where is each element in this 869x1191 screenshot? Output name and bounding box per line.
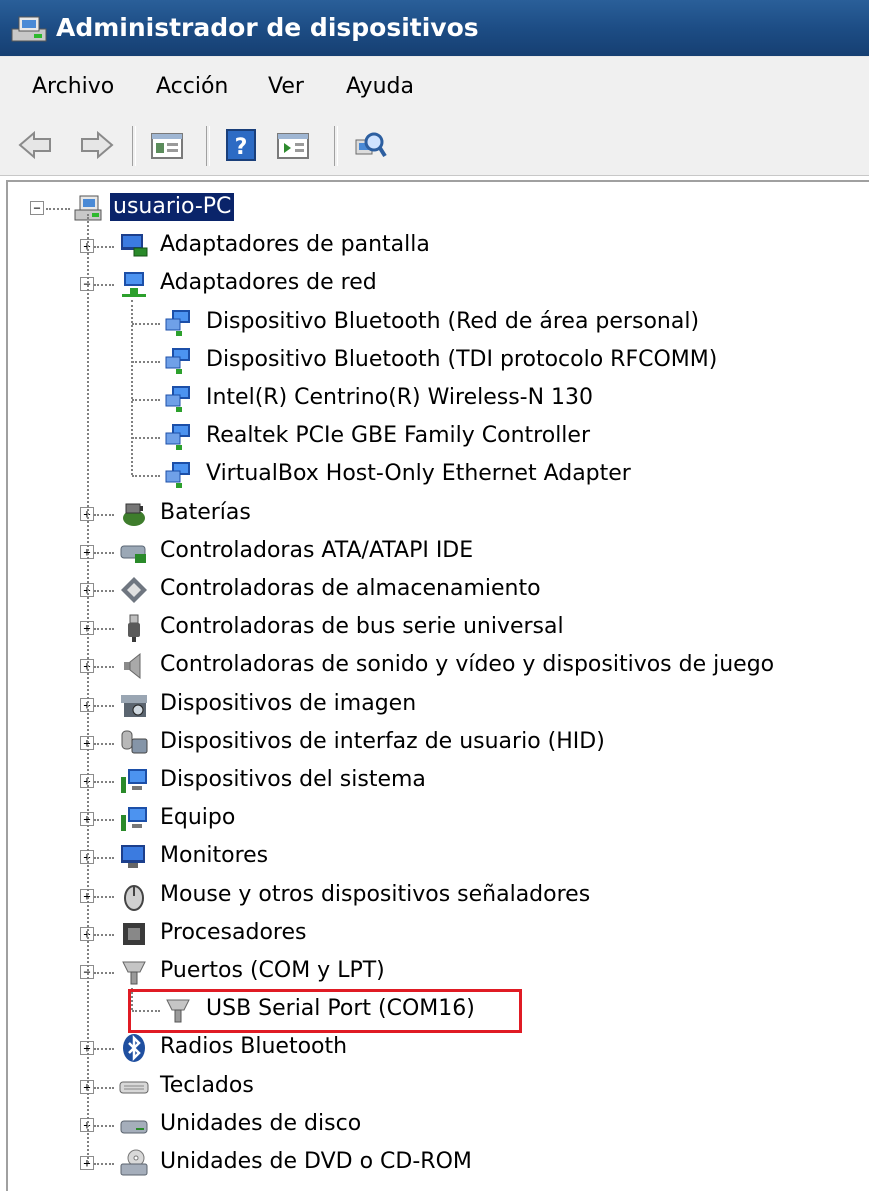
device-manager-icon <box>11 16 47 42</box>
tree-connector <box>94 284 114 287</box>
menu-ver[interactable]: Ver <box>268 73 304 101</box>
tree-connector <box>131 300 133 476</box>
net-child-icon <box>165 424 190 451</box>
tree-device-item[interactable]: Dispositivo Bluetooth (Red de área perso… <box>206 308 699 336</box>
tree-connector <box>94 933 114 936</box>
scan-hardware-icon[interactable] <box>350 126 388 164</box>
mouse-icon <box>124 884 144 911</box>
tree-connector <box>132 475 160 478</box>
tree-category[interactable]: Unidades de DVD o CD-ROM <box>160 1148 472 1176</box>
toolbar-separator <box>206 126 210 166</box>
tree-connector <box>94 1086 114 1089</box>
net-child-icon <box>165 386 190 412</box>
tree-connector <box>132 399 160 401</box>
tree-connector <box>94 513 114 516</box>
tree-connector <box>94 590 114 592</box>
tree-category[interactable]: Controladoras de bus serie universal <box>160 613 564 641</box>
tree-connector <box>132 322 160 325</box>
tree-category[interactable]: Procesadores <box>160 919 306 947</box>
processor-icon <box>123 922 145 945</box>
tree-connector <box>132 360 160 363</box>
tree-category[interactable]: Controladoras de almacenamiento <box>160 575 541 603</box>
bluetooth-icon <box>123 1034 145 1063</box>
tree-connector <box>94 666 114 669</box>
expander-toggle[interactable]: − <box>30 201 44 215</box>
storage-controller-icon <box>121 577 147 603</box>
tree-connector <box>94 1124 114 1127</box>
tree-connector <box>94 781 114 783</box>
forward-arrow-icon[interactable] <box>78 126 116 164</box>
tree-connector <box>46 208 70 210</box>
tree-category[interactable]: Baterías <box>160 499 251 527</box>
menu-bar: Archivo Acción Ver Ayuda <box>0 56 869 118</box>
battery-icon <box>123 503 145 526</box>
keyboard-icon <box>119 1081 149 1094</box>
tree-category[interactable]: Adaptadores de pantalla <box>160 231 430 259</box>
system-device-icon <box>121 769 147 793</box>
toolbar-separator <box>132 126 136 166</box>
tree-category[interactable]: Controladoras de sonido y vídeo y dispos… <box>160 651 774 679</box>
title-bar: Administrador de dispositivos <box>0 0 869 56</box>
toolbar: ? <box>0 117 869 176</box>
tree-connector <box>94 628 114 631</box>
speaker-icon <box>124 653 141 680</box>
tree-category[interactable]: Puertos (COM y LPT) <box>160 957 385 985</box>
tree-connector <box>94 857 114 860</box>
tree-category[interactable]: Controladoras ATA/ATAPI IDE <box>160 537 473 565</box>
tree-root-usuario-pc[interactable]: usuario-PC <box>110 193 235 221</box>
tree-category[interactable]: Dispositivos de imagen <box>160 690 416 718</box>
tree-connector <box>94 742 114 745</box>
tree-category[interactable]: Unidades de disco <box>160 1110 361 1138</box>
port-icon <box>122 961 146 985</box>
tree-category[interactable]: Monitores <box>160 842 268 870</box>
hid-icon <box>121 730 148 754</box>
tree-connector <box>94 972 114 974</box>
svg-text:?: ? <box>235 135 248 160</box>
tree-category[interactable]: Dispositivos de interfaz de usuario (HID… <box>160 728 605 756</box>
ide-controller-icon <box>120 545 146 563</box>
action-pane-icon[interactable] <box>274 126 312 164</box>
tree-connector <box>94 704 114 707</box>
menu-archivo[interactable]: Archivo <box>32 73 114 101</box>
tree-connector <box>132 437 160 440</box>
tree-connector <box>94 551 114 554</box>
tree-device-item[interactable]: Intel(R) Centrino(R) Wireless-N 130 <box>206 384 593 412</box>
tree-device-item[interactable]: Dispositivo Bluetooth (TDI protocolo RFC… <box>206 346 717 374</box>
net-child-icon <box>165 347 190 374</box>
highlight-annotation <box>128 989 522 1033</box>
tree-connector <box>94 819 114 822</box>
back-arrow-icon[interactable] <box>16 126 54 164</box>
tree-connector <box>94 1048 114 1051</box>
window-title: Administrador de dispositivos <box>56 13 479 42</box>
tree-connector <box>94 246 114 249</box>
tree-device-item[interactable]: Realtek PCIe GBE Family Controller <box>206 422 590 450</box>
network-adapter-icon <box>122 272 146 298</box>
computer-icon <box>121 807 147 832</box>
usb-controller-icon <box>128 614 140 643</box>
help-icon[interactable]: ? <box>222 126 260 164</box>
menu-ayuda[interactable]: Ayuda <box>346 73 414 101</box>
menu-accion[interactable]: Acción <box>156 73 228 101</box>
disk-drive-icon <box>120 1120 148 1134</box>
toolbar-separator <box>334 126 338 166</box>
net-child-icon <box>165 462 190 489</box>
display-adapter-icon <box>121 234 148 257</box>
net-child-icon <box>165 309 190 336</box>
tree-category[interactable]: Equipo <box>160 804 235 832</box>
tree-category[interactable]: Mouse y otros dispositivos señaladores <box>160 881 590 909</box>
dvd-drive-icon <box>120 1149 148 1176</box>
properties-icon[interactable] <box>148 126 186 164</box>
tree-connector <box>94 895 114 898</box>
tree-category[interactable]: Radios Bluetooth <box>160 1033 347 1061</box>
tree-connector <box>94 1163 114 1165</box>
camera-icon <box>121 694 147 717</box>
tree-category[interactable]: Adaptadores de red <box>160 269 377 297</box>
tree-device-item[interactable]: VirtualBox Host-Only Ethernet Adapter <box>206 460 631 488</box>
monitor-icon <box>121 845 145 869</box>
tree-category[interactable]: Dispositivos del sistema <box>160 766 426 794</box>
tree-category[interactable]: Teclados <box>160 1072 254 1100</box>
tree-connector <box>87 214 89 1163</box>
